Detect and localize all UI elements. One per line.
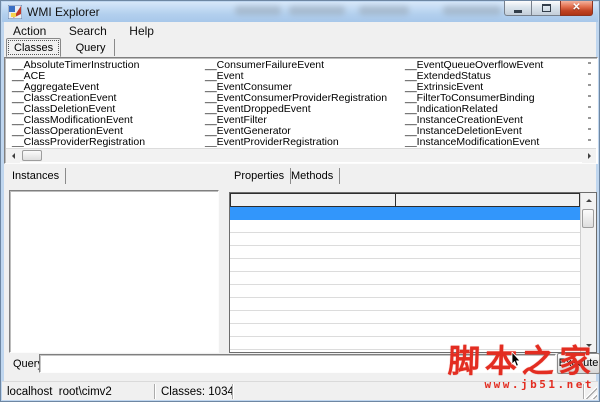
- vscroll-thumb[interactable]: [582, 209, 594, 228]
- watermark-url: www.jb51.net: [484, 378, 594, 391]
- grid-vscrollbar[interactable]: [580, 193, 596, 352]
- class-list-row: __AbsoluteTimerInstruction __ConsumerFail…: [7, 60, 595, 71]
- arrow-up-icon: [585, 196, 592, 202]
- grid-row[interactable]: [230, 246, 580, 259]
- close-icon: ✕: [572, 2, 581, 13]
- grid-rows: [230, 207, 580, 352]
- hscroll-thumb[interactable]: [22, 150, 42, 161]
- menu-help[interactable]: Help: [120, 22, 163, 40]
- watermark-smudge: [235, 6, 281, 15]
- grid-row[interactable]: [230, 220, 580, 233]
- instances-label: Instances: [10, 168, 67, 184]
- maximize-icon: [541, 4, 551, 12]
- minimize-button[interactable]: [504, 1, 532, 16]
- instances-list[interactable]: [9, 190, 219, 353]
- clipped-column-slivers: [588, 62, 591, 148]
- screenshot: WMI Explorer ✕ Action Search Help Classe…: [0, 0, 600, 402]
- arrow-right-icon: [587, 153, 594, 159]
- grid-row[interactable]: [230, 298, 580, 311]
- watermark-smudge: [443, 6, 501, 15]
- app-icon: [8, 5, 22, 19]
- scroll-up-button[interactable]: [581, 193, 596, 207]
- arrow-left-icon: [9, 153, 15, 159]
- maximize-button[interactable]: [532, 1, 560, 16]
- grid-row[interactable]: [230, 259, 580, 272]
- grid-header-cell[interactable]: [395, 193, 580, 207]
- status-connection: localhost root\cimv2: [2, 384, 155, 399]
- watermark-smudge: [359, 6, 409, 15]
- client-area: Action Search Help Classes Query __Absol…: [4, 22, 600, 381]
- window-title: WMI Explorer: [27, 5, 100, 19]
- grid-row[interactable]: [230, 272, 580, 285]
- scroll-left-button[interactable]: [6, 149, 20, 163]
- tab-query[interactable]: Query: [68, 39, 115, 56]
- caption-buttons: ✕: [504, 1, 593, 16]
- properties-grid[interactable]: [229, 192, 597, 353]
- class-item[interactable]: __EventProviderRegistration: [205, 137, 339, 148]
- class-item[interactable]: __ClassProviderRegistration: [12, 137, 145, 148]
- class-list[interactable]: __AbsoluteTimerInstruction __ConsumerFail…: [4, 57, 598, 164]
- grid-row[interactable]: [230, 285, 580, 298]
- grid-row-selected[interactable]: [230, 207, 580, 220]
- class-item[interactable]: __InstanceModificationEvent: [405, 137, 539, 148]
- tab-methods[interactable]: Methods: [289, 168, 341, 184]
- mouse-cursor-icon: [511, 352, 521, 367]
- status-class-count: Classes: 1034: [156, 384, 233, 399]
- minimize-icon: [514, 9, 522, 13]
- grid-row[interactable]: [230, 233, 580, 246]
- main-tab-strip: Classes Query: [6, 38, 115, 58]
- class-list-hscrollbar[interactable]: [6, 148, 596, 163]
- tab-classes[interactable]: Classes: [6, 38, 62, 57]
- wmi-explorer-window: WMI Explorer ✕ Action Search Help Classe…: [0, 0, 600, 402]
- close-button[interactable]: ✕: [560, 1, 593, 16]
- tab-properties[interactable]: Properties: [232, 168, 292, 184]
- grid-row[interactable]: [230, 311, 580, 324]
- grid-header-cell[interactable]: [230, 193, 396, 207]
- grid-header: [230, 193, 580, 207]
- grid-row[interactable]: [230, 324, 580, 337]
- class-list-rows: __AbsoluteTimerInstruction __ConsumerFail…: [7, 60, 595, 147]
- menu-bar: Action Search Help: [4, 22, 596, 39]
- scroll-right-button[interactable]: [582, 149, 596, 163]
- class-list-row: __ClassProviderRegistration __EventProvid…: [7, 137, 595, 148]
- watermark-smudge: [289, 6, 345, 15]
